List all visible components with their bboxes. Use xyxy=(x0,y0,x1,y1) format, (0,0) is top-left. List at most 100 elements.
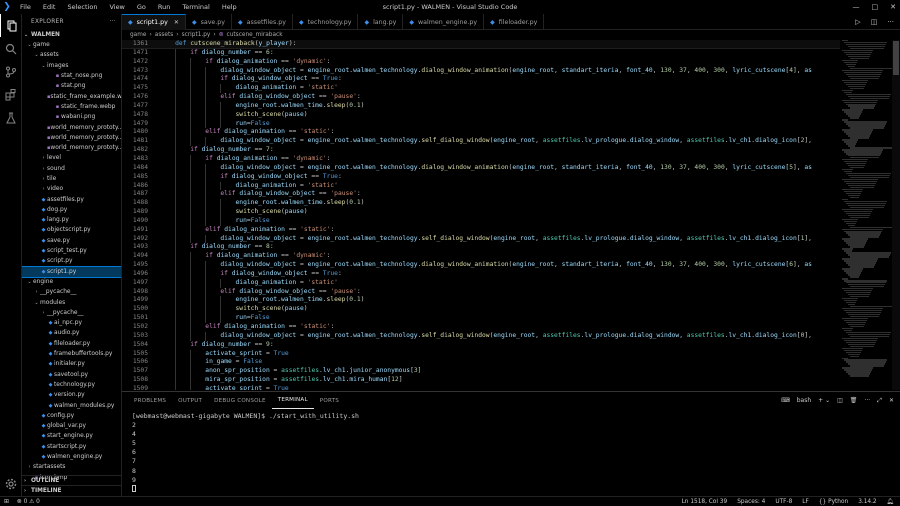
more-actions-icon[interactable]: ··· xyxy=(887,18,894,26)
code-line[interactable]: 1503 dialog_window_object = engine_root.w… xyxy=(122,331,840,341)
tree-folder[interactable]: › startassets xyxy=(22,462,121,472)
tree-file[interactable]: ▪ world_memory_prototy... xyxy=(22,143,121,153)
tree-file[interactable]: ▪ wabani.png xyxy=(22,112,121,122)
split-editor-icon[interactable]: ◫ xyxy=(871,18,878,26)
tree-file[interactable]: ◆ assetfiles.py xyxy=(22,194,121,204)
code-line[interactable]: 1474 if dialog_window_object == True: xyxy=(122,75,840,85)
tree-file[interactable]: ◆ objectscript.py xyxy=(22,225,121,235)
tree-file[interactable]: ◆ framebuffertools.py xyxy=(22,349,121,359)
scrollbar-thumb[interactable] xyxy=(893,41,899,75)
terminal-output[interactable]: [webmast@webmast-gigabyte WALMEN]$ ./sta… xyxy=(132,412,359,494)
tree-file[interactable]: ▪ static_frame_example.w... xyxy=(22,91,121,101)
notifications-bell-icon[interactable]: 🔔︎ xyxy=(887,499,894,505)
explorer-icon[interactable] xyxy=(0,14,22,37)
extensions-icon[interactable] xyxy=(0,83,22,106)
panel-tab-ports[interactable]: PORTS xyxy=(314,392,345,409)
tree-file[interactable]: ◆ version.py xyxy=(22,390,121,400)
tree-file[interactable]: ◆ ai_npc.py xyxy=(22,318,121,328)
tree-file[interactable]: ◆ save.py xyxy=(22,236,121,246)
more-actions-icon[interactable]: ··· xyxy=(864,397,870,404)
code-line[interactable]: 1475 dialog_animation = 'static' xyxy=(122,84,840,94)
breadcrumb-item[interactable]: game xyxy=(130,32,146,38)
editor-tab[interactable]: ◆ walmen_engine.py xyxy=(403,14,485,30)
code-line[interactable]: 1489 switch_scene(pause) xyxy=(122,208,840,217)
problems-status[interactable]: ⊗ 0 ⚠ 0 xyxy=(17,499,40,505)
tree-folder[interactable]: › __pycache__ xyxy=(22,287,121,297)
tree-file[interactable]: ◆ config.py xyxy=(22,411,121,421)
code-line[interactable]: 1502 elif dialog_animation == 'static': xyxy=(122,323,840,332)
code-line[interactable]: 1482 if dialog_number == 7: xyxy=(122,146,840,155)
tree-file[interactable]: ◆ walmen_modules.py xyxy=(22,400,121,410)
code-line[interactable]: 1493 if dialog_number == 8: xyxy=(122,243,840,253)
menu-item-selection[interactable]: Selection xyxy=(61,3,103,11)
language-mode[interactable]: {} Python xyxy=(819,499,848,505)
menu-item-go[interactable]: Go xyxy=(131,3,152,11)
tree-file[interactable]: ◆ script.py xyxy=(22,256,121,266)
kill-terminal-icon[interactable]: 🗑 xyxy=(850,397,858,404)
menu-item-terminal[interactable]: Terminal xyxy=(176,3,215,11)
code-line[interactable]: 1485 if dialog_window_object == True: xyxy=(122,172,840,182)
tree-folder[interactable]: › sound xyxy=(22,164,121,174)
tree-folder[interactable]: › tile xyxy=(22,174,121,184)
code-line[interactable]: 1472 if dialog_animation == 'dynamic': xyxy=(122,57,840,67)
code-line[interactable]: 1488 engine_root.walmen_time.sleep(0.1) xyxy=(122,199,840,209)
tree-file[interactable]: ◆ dog.py xyxy=(22,205,121,215)
remote-icon[interactable]: ⊞ xyxy=(4,499,9,505)
code-line[interactable]: 1504 if dialog_number == 9: xyxy=(122,340,840,350)
tree-file[interactable]: ◆ script_test.py xyxy=(22,246,121,256)
more-actions-icon[interactable]: ··· xyxy=(110,19,116,25)
settings-gear-icon[interactable] xyxy=(0,472,22,495)
code-line[interactable]: 1507 anon_spr_position = assetfiles.lv_ch… xyxy=(122,367,840,377)
split-terminal-icon[interactable]: ◫ xyxy=(837,397,843,404)
testing-flask-icon[interactable] xyxy=(0,106,22,129)
code-line[interactable]: 1495 dialog_window_object = engine_root.w… xyxy=(122,261,840,270)
tree-file[interactable]: ◆ fileloader.py xyxy=(22,339,121,349)
tree-file[interactable]: ▪ stat_nose.png xyxy=(22,71,121,81)
code-line[interactable]: 1509 activate_sprint = True xyxy=(122,384,840,390)
code-line[interactable]: 1497 dialog_animation = 'static' xyxy=(122,278,840,288)
code-line[interactable]: 1477 engine_root.walmen_time.sleep(0.1) xyxy=(122,101,840,111)
editor-scrollbar[interactable] xyxy=(892,40,900,390)
menu-item-view[interactable]: View xyxy=(103,3,130,11)
code-line[interactable]: 1487 elif dialog_window_object == 'pause'… xyxy=(122,190,840,200)
editor-tab[interactable]: ◆ save.py xyxy=(186,14,233,30)
code-line[interactable]: 1490 run=False xyxy=(122,216,840,226)
maximize-icon[interactable]: □ xyxy=(872,3,879,11)
cursor-position[interactable]: Ln 1518, Col 39 xyxy=(682,499,728,505)
panel-tab-output[interactable]: OUTPUT xyxy=(172,392,208,409)
code-line[interactable]: 1499 engine_root.walmen_time.sleep(0.1) xyxy=(122,296,840,306)
tree-file[interactable]: ◆ lang.py xyxy=(22,215,121,225)
tree-file[interactable]: ◆ audio.py xyxy=(22,328,121,338)
code-line[interactable]: 1486 dialog_animation = 'static' xyxy=(122,181,840,191)
close-panel-icon[interactable]: ✕ xyxy=(889,397,894,404)
tree-file[interactable]: ▪ static_frame.webp xyxy=(22,102,121,112)
tree-folder[interactable]: ⌄ images xyxy=(22,61,121,71)
source-control-icon[interactable] xyxy=(0,60,22,83)
tree-file[interactable]: ◆ startscript.py xyxy=(22,442,121,452)
run-icon[interactable]: ▷ xyxy=(855,18,860,26)
add-terminal-icon[interactable]: + ⌄ xyxy=(818,397,830,404)
code-line[interactable]: 1492 dialog_window_object = engine_root.w… xyxy=(122,234,840,244)
code-line[interactable]: 1508 mira_spr_position = assetfiles.lv_ch… xyxy=(122,376,840,385)
panel-tab-debug-console[interactable]: DEBUG CONSOLE xyxy=(208,392,272,409)
code-line[interactable]: 1481 dialog_window_object = engine_root.w… xyxy=(122,137,840,147)
tree-folder[interactable]: ⌄ modules xyxy=(22,297,121,307)
panel-tab-terminal[interactable]: TERMINAL xyxy=(271,392,314,409)
breadcrumb-item[interactable]: assets xyxy=(155,32,173,38)
breadcrumb-item[interactable]: script1.py xyxy=(182,32,211,38)
code-editor[interactable]: 1361 def cutscene_miraback(y_player): 1471… xyxy=(122,40,840,390)
editor-tab[interactable]: ◆ assetfiles.py xyxy=(232,14,294,30)
tree-file[interactable]: ▪ world_memory_prototy... xyxy=(22,122,121,132)
minimap[interactable] xyxy=(840,40,892,390)
tree-folder[interactable]: ⌄ assets xyxy=(22,50,121,60)
editor-tab[interactable]: ◆ fileloader.py xyxy=(484,14,545,30)
tree-file[interactable]: ◆ script1.py xyxy=(22,265,121,278)
tree-folder[interactable]: › __pycache__ xyxy=(22,308,121,318)
line-ending[interactable]: LF xyxy=(802,499,809,505)
code-line[interactable]: 1491 elif dialog_animation == 'static': xyxy=(122,225,840,235)
timeline-section[interactable]: › TIMELINE xyxy=(22,485,121,495)
tree-file[interactable]: ◆ savetool.py xyxy=(22,370,121,380)
code-line[interactable]: 1496 if dialog_window_object == True: xyxy=(122,269,840,279)
code-line[interactable]: 1479 run=False xyxy=(122,119,840,129)
sticky-scroll-line[interactable]: 1361 def cutscene_miraback(y_player): xyxy=(122,40,840,49)
